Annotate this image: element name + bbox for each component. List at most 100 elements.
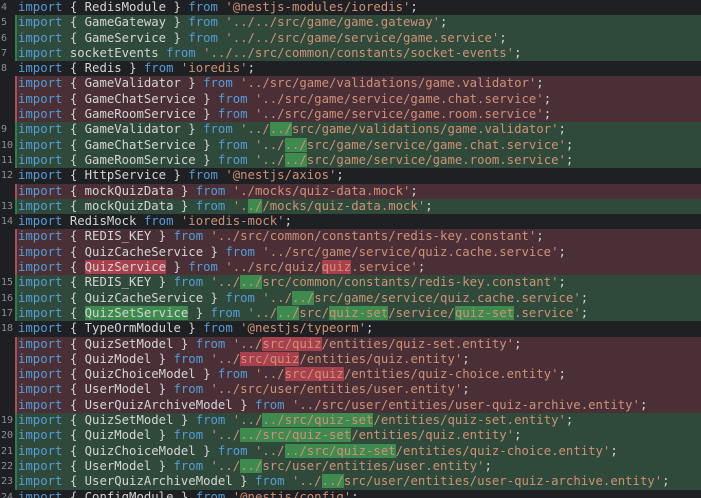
punctuation-token [203, 382, 210, 396]
removed-line[interactable]: import { GameRoomService } from '../src/… [0, 107, 701, 123]
string-token: '. [232, 198, 248, 213]
added-line[interactable]: 5 import { GameGateway } from '../../src/… [0, 15, 701, 31]
string-token-added: ../ [277, 305, 300, 320]
string-token-added: ../ [240, 275, 263, 290]
punctuation-token: } [195, 152, 218, 167]
punctuation-token: } [166, 15, 189, 30]
added-line[interactable]: 21 import { QuizChoiceModel } from '../..… [0, 443, 701, 459]
code-text: import { GameChatService } from '../src/… [17, 92, 551, 107]
string-token: '../ [232, 336, 263, 351]
punctuation-token [248, 138, 255, 152]
keyword-token: from [195, 183, 226, 198]
punctuation-token: { [62, 458, 85, 473]
context-line[interactable]: 24 import { ConfigModule } from '@nestjs/… [0, 489, 701, 498]
keyword-token: import [18, 122, 63, 137]
added-line[interactable]: 17 import { QuizSetService } from '../../… [0, 305, 701, 322]
string-token: /entities/quiz-choice.entity' [395, 443, 611, 458]
punctuation-token: ; [543, 91, 552, 106]
added-line[interactable]: 9 import { GameValidator } from '../../sr… [0, 122, 701, 138]
added-line[interactable]: 19 import { QuizSetModel } from '../../sr… [0, 413, 701, 429]
removed-line[interactable]: import { REDIS_KEY } from '../src/common… [0, 229, 701, 245]
keyword-token: import [18, 61, 63, 76]
added-line[interactable]: 22 import { UserModel } from '../../src/u… [0, 458, 701, 475]
string-token: '../ [254, 137, 285, 152]
punctuation-token: { [62, 474, 85, 489]
string-token: '../src/game/validations/game.validator' [240, 76, 537, 91]
removed-line[interactable]: import { UserModel } from '../src/user/e… [0, 382, 701, 398]
code-text: import { REDIS_KEY } from '../../src/com… [17, 275, 566, 290]
string-token-added: ../ [284, 152, 307, 167]
punctuation-token: } [151, 351, 174, 366]
punctuation-token [203, 275, 210, 289]
string-token: '../ [262, 290, 292, 305]
string-token: src/game/service/game.chat.service' [306, 137, 566, 152]
added-line[interactable]: 10 import { GameChatService } from '../..… [0, 137, 701, 153]
punctuation-token: { [62, 443, 85, 458]
punctuation-token: { [62, 198, 85, 213]
context-line[interactable]: 8 import { Redis } from 'ioredis'; [0, 61, 701, 77]
punctuation-token: } [195, 107, 218, 122]
added-line[interactable]: 13 import { mockQuizData } from '..//mock… [0, 198, 701, 215]
string-token: src/game/validations/game.validator' [291, 122, 559, 137]
context-line[interactable]: 18 import { TypeOrmModule } from '@nestjs… [0, 321, 701, 337]
identifier-token: TypeOrmModule [84, 321, 181, 336]
keyword-token: from [173, 229, 204, 244]
punctuation-token: ; [514, 428, 522, 443]
line-number [0, 91, 15, 108]
code-text: import { QuizModel } from '../src/quiz/e… [17, 351, 470, 367]
keyword-token: import [18, 382, 63, 397]
punctuation-token: { [62, 413, 85, 428]
added-line[interactable]: 20 import { QuizModel } from '../../src/q… [0, 428, 701, 444]
removed-line[interactable]: import { QuizChoiceModel } from '../src/… [0, 367, 701, 383]
removed-line[interactable]: import { QuizSetModel } from '../src/qui… [0, 336, 701, 352]
code-text: import { QuizSetModel } from '../src/qui… [17, 336, 522, 352]
punctuation-token [248, 107, 255, 121]
code-text: import { GameGateway } from '../../src/g… [17, 15, 447, 30]
punctuation-token: ; [558, 367, 566, 382]
added-line[interactable]: 15 import { REDIS_KEY } from '../../src/c… [0, 275, 701, 291]
code-text: import { mockQuizData } from '..//mocks/… [17, 198, 433, 214]
string-token: '../src/game/service/game.chat.service' [254, 91, 544, 106]
removed-line[interactable]: import { QuizModel } from '../src/quiz/e… [0, 351, 701, 368]
string-token: '../src/game/service/game.room.service' [254, 107, 544, 122]
punctuation-token: ; [536, 229, 544, 244]
punctuation-token: } [188, 305, 211, 320]
string-token: /entities/quiz.entity' [299, 351, 463, 366]
diff-viewer[interactable]: 4 import { RedisModule } from '@nestjs-mo… [0, 0, 701, 498]
string-token: '../ [232, 413, 263, 428]
punctuation-token [159, 46, 166, 60]
string-token: '../ [210, 428, 241, 443]
removed-line[interactable]: import { QuizCacheService } from '../src… [0, 244, 701, 261]
punctuation-token: ; [536, 76, 544, 91]
string-token: .service' [514, 305, 581, 320]
added-line[interactable]: 6 import { GameService } from '../../src/… [0, 30, 701, 46]
removed-line[interactable]: import { GameChatService } from '../src/… [0, 91, 701, 108]
punctuation-token [174, 214, 181, 228]
string-token: /entities/quiz-choice.entity' [343, 367, 559, 382]
punctuation-token: ; [462, 351, 470, 366]
code-text: import { QuizModel } from '../../src/qui… [17, 428, 522, 443]
context-line[interactable]: 4 import { RedisModule } from '@nestjs-mo… [0, 0, 701, 16]
removed-line[interactable]: import { UserQuizArchiveModel } from '..… [0, 397, 701, 414]
removed-line[interactable]: import { mockQuizData } from './mocks/qu… [0, 183, 701, 199]
removed-line[interactable]: import { GameValidator } from '../src/ga… [0, 76, 701, 92]
punctuation-token: } [173, 198, 196, 213]
context-line[interactable]: 12 import { HttpService } from '@nestjs/a… [0, 168, 701, 184]
punctuation-token: { [62, 397, 85, 412]
string-token: '../src/quiz/ [225, 260, 322, 275]
line-number: 23 [0, 474, 15, 490]
added-line[interactable]: 11 import { GameRoomService } from '../..… [0, 152, 701, 169]
code-text: import RedisMock from 'ioredis-mock'; [17, 214, 292, 229]
added-line[interactable]: 23 import { UserQuizArchiveModel } from '… [0, 474, 701, 490]
string-token: /entities/quiz.entity' [351, 428, 515, 443]
removed-line[interactable]: import { QuizService } from '../src/quiz… [0, 260, 701, 276]
keyword-token: from [143, 61, 174, 76]
keyword-token: from [173, 275, 204, 290]
punctuation-token [225, 413, 232, 427]
added-line[interactable]: 16 import { QuizCacheService } from '../.… [0, 290, 701, 306]
identifier-token: GameRoomService [84, 107, 196, 122]
string-token: '../../src/game/game.gateway' [225, 15, 441, 30]
code-text: import { QuizChoiceModel } from '../src/… [17, 367, 566, 382]
context-line[interactable]: 14 import RedisMock from 'ioredis-mock'; [0, 214, 701, 230]
added-line[interactable]: 7 import socketEvents from '../../src/com… [0, 45, 701, 62]
